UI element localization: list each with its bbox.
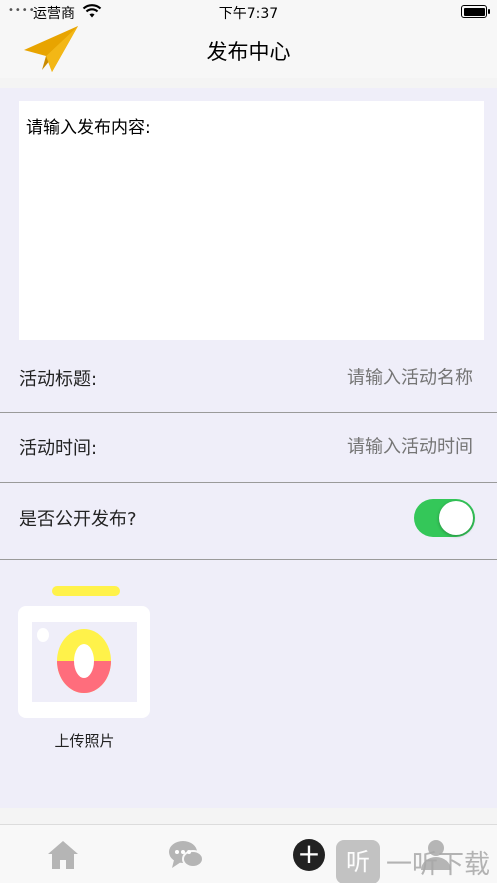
public-toggle-label: 是否公开发布? bbox=[19, 509, 137, 530]
battery-icon bbox=[461, 5, 490, 18]
chat-icon[interactable] bbox=[168, 837, 204, 873]
activity-time-row: 活动时间: bbox=[0, 413, 497, 481]
nav-bar: 发布中心 bbox=[0, 24, 497, 78]
activity-title-input[interactable] bbox=[253, 367, 473, 389]
home-icon[interactable] bbox=[45, 837, 81, 873]
status-time: 下午7:37 bbox=[218, 6, 279, 22]
status-bar: •••• 运营商 下午7:37 bbox=[0, 0, 497, 24]
content-textarea[interactable]: 请输入发布内容: bbox=[19, 101, 484, 340]
camera-icon bbox=[18, 606, 150, 718]
activity-title-row: 活动标题: bbox=[0, 344, 497, 412]
public-toggle-row: 是否公开发布? bbox=[0, 484, 497, 552]
public-toggle-switch[interactable] bbox=[414, 499, 475, 537]
watermark: 听 一听下载 bbox=[336, 838, 497, 883]
activity-time-input[interactable] bbox=[253, 436, 473, 458]
switch-knob bbox=[439, 501, 473, 535]
camera-lens-icon bbox=[57, 629, 111, 693]
divider bbox=[0, 559, 497, 560]
divider bbox=[0, 482, 497, 483]
activity-time-label: 活动时间: bbox=[19, 438, 98, 459]
content-placeholder: 请输入发布内容: bbox=[26, 118, 151, 138]
page-title: 发布中心 bbox=[206, 40, 291, 64]
watermark-text: 一听下载 bbox=[386, 850, 491, 880]
upload-photo-button[interactable] bbox=[18, 584, 151, 718]
camera-flash bbox=[52, 586, 120, 596]
add-icon[interactable]: + bbox=[293, 839, 325, 871]
upload-photo-label: 上传照片 bbox=[54, 732, 115, 750]
watermark-badge: 听 bbox=[336, 840, 380, 883]
activity-title-label: 活动标题: bbox=[19, 369, 98, 390]
